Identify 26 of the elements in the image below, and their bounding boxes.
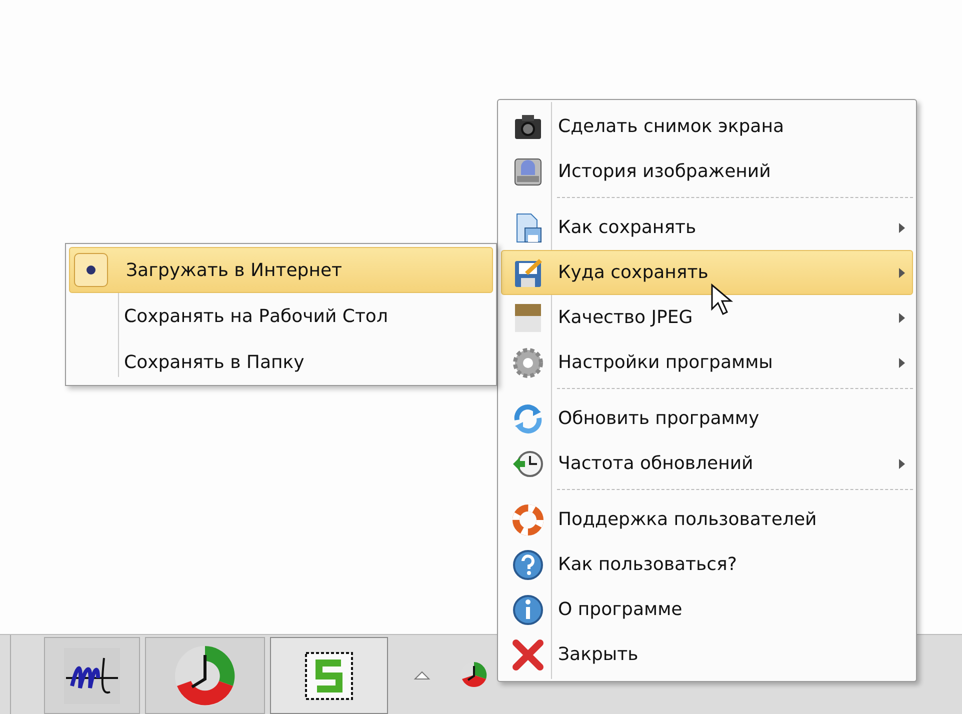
menu-item[interactable]: Куда сохранять [501, 250, 913, 295]
menu-item[interactable]: Сделать снимок экрана [501, 104, 913, 149]
taskbar-button[interactable] [44, 637, 140, 714]
menu-item[interactable]: Обновить программу [501, 396, 913, 441]
close-icon [511, 638, 545, 672]
clock-icon[interactable] [459, 660, 489, 690]
menu-item[interactable]: О программе [501, 587, 913, 632]
menu-item[interactable]: Частота обновлений [501, 441, 913, 486]
menu-item[interactable]: Настройки программы [501, 340, 913, 385]
settings-icon [511, 346, 545, 380]
menu-item[interactable]: Сохранять на Рабочий Стол [69, 293, 493, 339]
menu-item[interactable]: Как пользоваться? [501, 542, 913, 587]
menu-item[interactable]: Сохранять в Папку [69, 339, 493, 385]
menu-item[interactable]: Как сохранять [501, 205, 913, 250]
menu-item[interactable]: История изображений [501, 149, 913, 194]
menu-item[interactable]: Закрыть [501, 632, 913, 677]
s-frame-icon [303, 650, 355, 702]
lifebuoy-icon [511, 502, 545, 536]
taskbar-button[interactable] [270, 637, 388, 714]
menu-item[interactable]: Качество JPEG [501, 295, 913, 340]
mouse-pointer-icon [710, 283, 734, 317]
menu-item[interactable]: Загружать в Интернет [69, 247, 493, 293]
menu-item[interactable]: Поддержка пользователей [501, 497, 913, 542]
chevron-up-icon[interactable] [413, 668, 431, 680]
info-icon [511, 592, 545, 626]
help-icon [511, 548, 545, 582]
